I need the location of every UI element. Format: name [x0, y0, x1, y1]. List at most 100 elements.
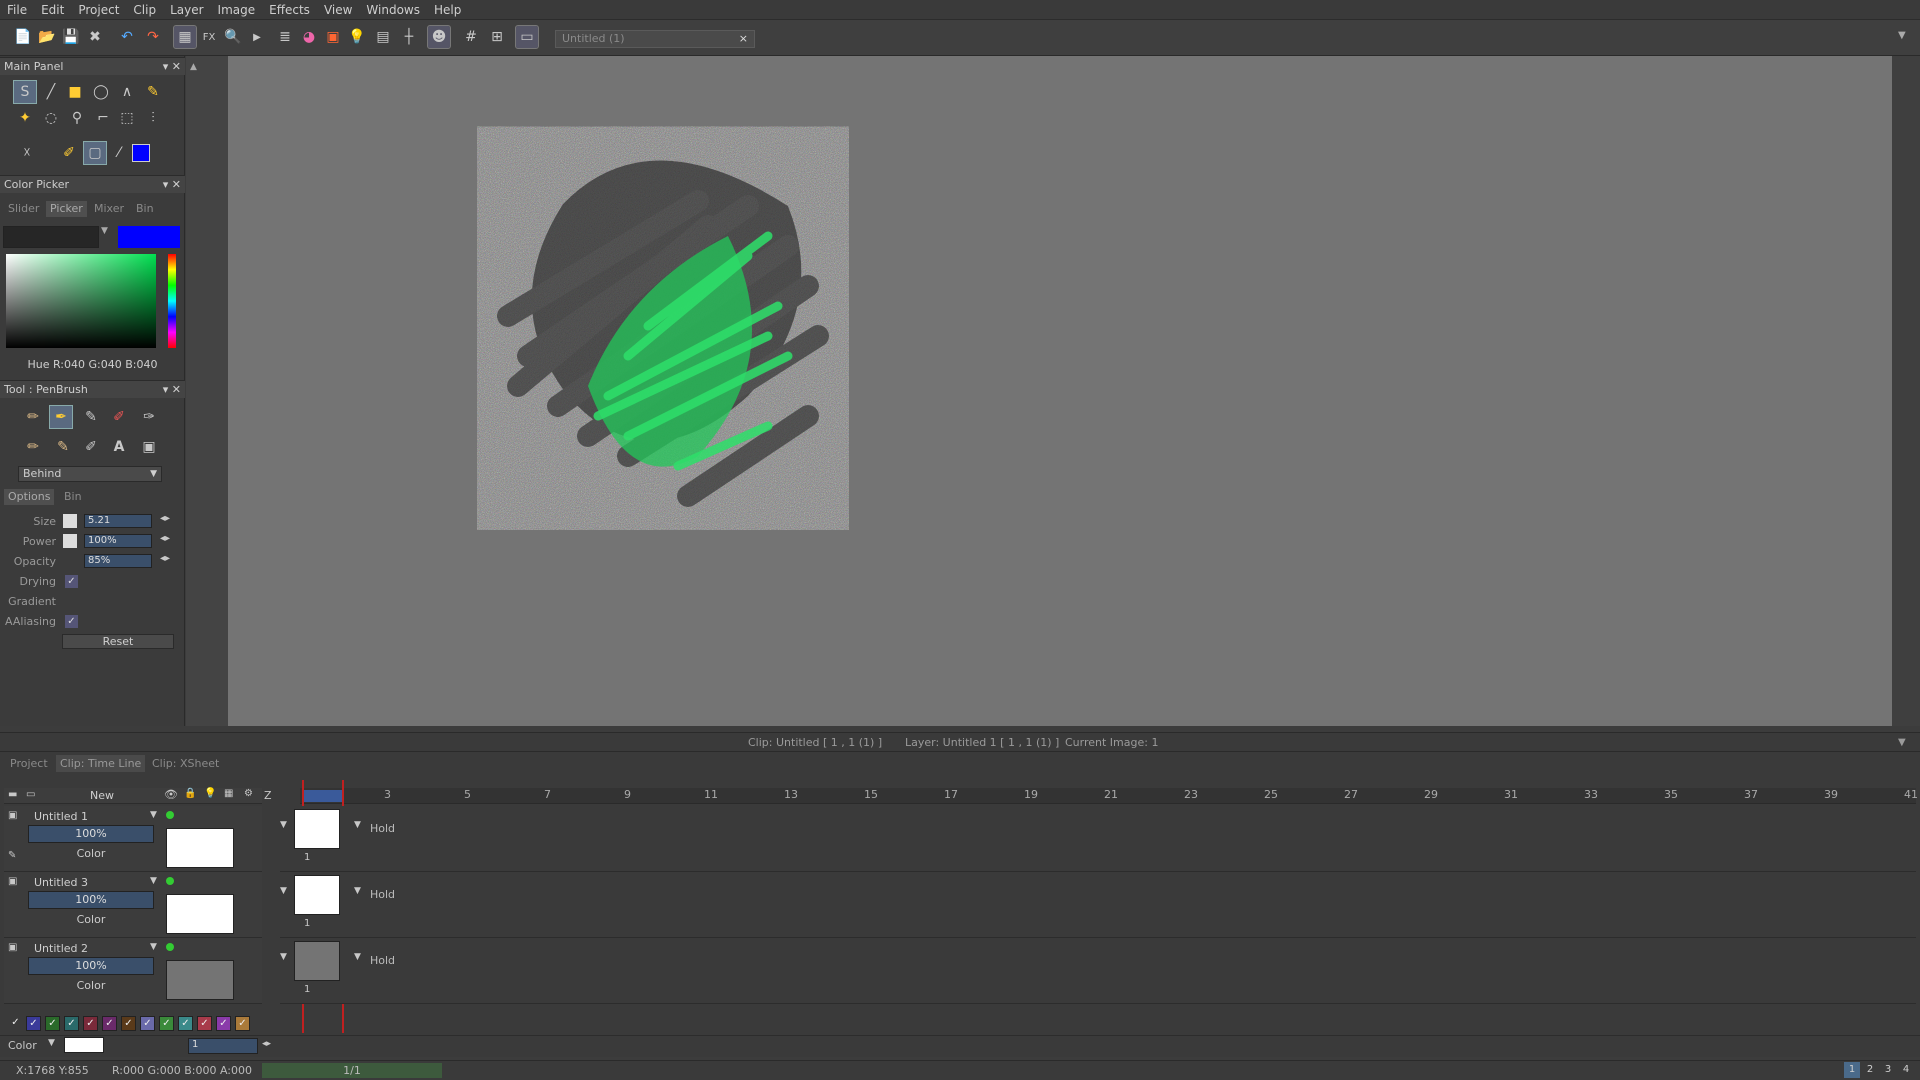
tab-picker[interactable]: Picker — [46, 201, 87, 217]
lasso-tool-icon[interactable]: S — [13, 80, 37, 104]
page-2-button[interactable]: 2 — [1862, 1062, 1878, 1078]
power-stepper-icon[interactable]: ◂▸ — [160, 533, 170, 544]
page-3-button[interactable]: 3 — [1880, 1062, 1896, 1078]
frame-cell[interactable] — [294, 941, 340, 981]
monitor-icon[interactable]: ▭ — [515, 25, 539, 49]
saturation-value-picker[interactable] — [6, 254, 156, 348]
chevron-down-icon[interactable]: ▼ — [280, 886, 287, 896]
tab-options[interactable]: Options — [4, 489, 55, 505]
pencil-brush-icon[interactable]: ✏ — [22, 406, 44, 428]
close-icon[interactable]: × — [739, 31, 748, 47]
stepper-icon[interactable]: ◂▸ — [262, 1039, 271, 1049]
menu-windows[interactable]: Windows — [359, 0, 427, 20]
blend-brush-icon[interactable]: ✐ — [80, 436, 102, 458]
magic-wand-icon[interactable]: ✦ — [14, 107, 36, 129]
reset-button[interactable]: Reset — [62, 634, 174, 649]
chevron-down-icon[interactable]: ▼ — [354, 820, 361, 830]
save-icon[interactable]: 💾 — [60, 26, 82, 48]
layer-blend-mode[interactable]: Color — [28, 978, 154, 994]
layer-opacity[interactable]: 100% — [28, 957, 154, 975]
visible-dot-icon[interactable] — [166, 943, 174, 951]
color-dropdown-icon[interactable]: ▼ — [101, 226, 108, 236]
open-folder-icon[interactable]: 📂 — [36, 26, 58, 48]
layer-name[interactable]: Untitled 3 — [34, 876, 88, 889]
color-tag-checkbox[interactable]: ✓ — [178, 1016, 193, 1031]
frame-ruler[interactable]: 1357911131517192123252729313335373941 — [300, 788, 1918, 804]
panel-menu-close-icon[interactable]: ▾ ✕ — [163, 58, 181, 75]
size-field[interactable]: 5.21 — [84, 514, 152, 528]
chevron-down-icon[interactable]: ▼ — [1898, 733, 1906, 752]
color-tag-checkbox[interactable]: ✓ — [140, 1016, 155, 1031]
footer-frame-field[interactable]: 1 — [188, 1038, 258, 1054]
frame-cell[interactable] — [294, 875, 340, 915]
rectangle-tool-icon[interactable]: ■ — [64, 81, 86, 103]
eraser-icon[interactable]: ▢ — [83, 141, 107, 165]
chevron-down-icon[interactable]: ▼ — [354, 952, 361, 962]
layer-name[interactable]: Untitled 1 — [34, 810, 88, 823]
camera-icon[interactable]: ▭ — [26, 789, 35, 800]
current-color-swatch[interactable] — [130, 142, 152, 164]
oil-brush-icon[interactable]: ✏ — [22, 436, 44, 458]
align-icon[interactable]: ⫶ — [142, 107, 164, 129]
color-tag-all-icon[interactable]: ✓ — [8, 1016, 23, 1031]
color-tag-checkbox[interactable]: ✓ — [45, 1016, 60, 1031]
menu-clip[interactable]: Clip — [126, 0, 163, 20]
visible-dot-icon[interactable] — [166, 877, 174, 885]
size-stepper-icon[interactable]: ◂▸ — [160, 513, 170, 524]
undo-icon[interactable]: ↶ — [116, 26, 138, 48]
marker-brush-icon[interactable]: ✐ — [108, 406, 130, 428]
footer-color-swatch[interactable] — [64, 1037, 104, 1053]
color-tag-checkbox[interactable]: ✓ — [121, 1016, 136, 1031]
document-tab[interactable]: Untitled (1) × — [555, 30, 755, 48]
layer-blend-mode[interactable]: Color — [28, 846, 154, 862]
ellipse-tool-icon[interactable]: ◯ — [90, 81, 112, 103]
stamp-tool-icon[interactable]: ▣ — [138, 436, 160, 458]
color-tag-checkbox[interactable]: ✓ — [159, 1016, 174, 1031]
drying-checkbox[interactable]: ✓ — [65, 575, 78, 588]
layer-opacity[interactable]: 100% — [28, 891, 154, 909]
tab-bin[interactable]: Bin — [60, 489, 86, 505]
color-tag-checkbox[interactable]: ✓ — [26, 1016, 41, 1031]
new-layer-button[interactable]: New — [90, 789, 114, 802]
menu-layer[interactable]: Layer — [163, 0, 210, 20]
blend-mode-select[interactable]: Behind ▼ — [18, 466, 162, 482]
light-table-icon[interactable]: ▦ — [224, 788, 233, 799]
visible-dot-icon[interactable] — [166, 811, 174, 819]
tab-mixer[interactable]: Mixer — [90, 201, 128, 217]
airbrush-icon[interactable]: ✑ — [138, 406, 160, 428]
layers-stack-icon[interactable]: ≣ — [274, 26, 296, 48]
water-brush-icon[interactable]: ✎ — [52, 436, 74, 458]
color-tag-checkbox[interactable]: ✓ — [64, 1016, 79, 1031]
selection-circle-icon[interactable]: ◌ — [40, 107, 62, 129]
crosshair-icon[interactable]: ┼ — [398, 26, 420, 48]
close-file-icon[interactable]: ✖ — [84, 26, 106, 48]
lock-icon[interactable]: 🔒 — [184, 788, 196, 799]
aaliasing-checkbox[interactable]: ✓ — [65, 615, 78, 628]
pen-brush-icon[interactable]: ✒ — [49, 405, 73, 429]
tab-clip-time-line[interactable]: Clip: Time Line — [56, 755, 146, 772]
power-curve-icon[interactable] — [63, 534, 77, 548]
color-name-field[interactable] — [3, 226, 99, 248]
page-4-button[interactable]: 4 — [1898, 1062, 1914, 1078]
new-file-icon[interactable]: 📄 — [12, 26, 34, 48]
layer-name[interactable]: Untitled 2 — [34, 942, 88, 955]
eyedropper-icon[interactable]: ⁄ — [108, 142, 130, 164]
bulb-icon[interactable]: 💡 — [346, 26, 368, 48]
color-tag-checkbox[interactable]: ✓ — [83, 1016, 98, 1031]
brush-icon[interactable]: ✐ — [58, 142, 80, 164]
menu-image[interactable]: Image — [211, 0, 263, 20]
chevron-down-icon[interactable]: ▼ — [280, 952, 287, 962]
panel-menu-close-icon[interactable]: ▾ ✕ — [163, 381, 181, 398]
tab-bin[interactable]: Bin — [132, 201, 158, 217]
collapse-arrow-icon[interactable]: ▲ — [190, 62, 197, 72]
opacity-field[interactable]: 85% — [84, 554, 152, 568]
fx-icon[interactable]: FX — [198, 26, 220, 48]
page-1-button[interactable]: 1 — [1844, 1062, 1860, 1078]
chevron-down-icon[interactable]: ▼ — [48, 1038, 55, 1048]
light-table-icon[interactable]: ▦ — [173, 25, 197, 49]
bulb-icon[interactable]: 💡 — [204, 788, 216, 799]
zoom-icon[interactable]: 🔍 — [222, 26, 244, 48]
color-wheel-icon[interactable]: ◕ — [298, 26, 320, 48]
power-field[interactable]: 100% — [84, 534, 152, 548]
layer-blend-mode[interactable]: Color — [28, 912, 154, 928]
